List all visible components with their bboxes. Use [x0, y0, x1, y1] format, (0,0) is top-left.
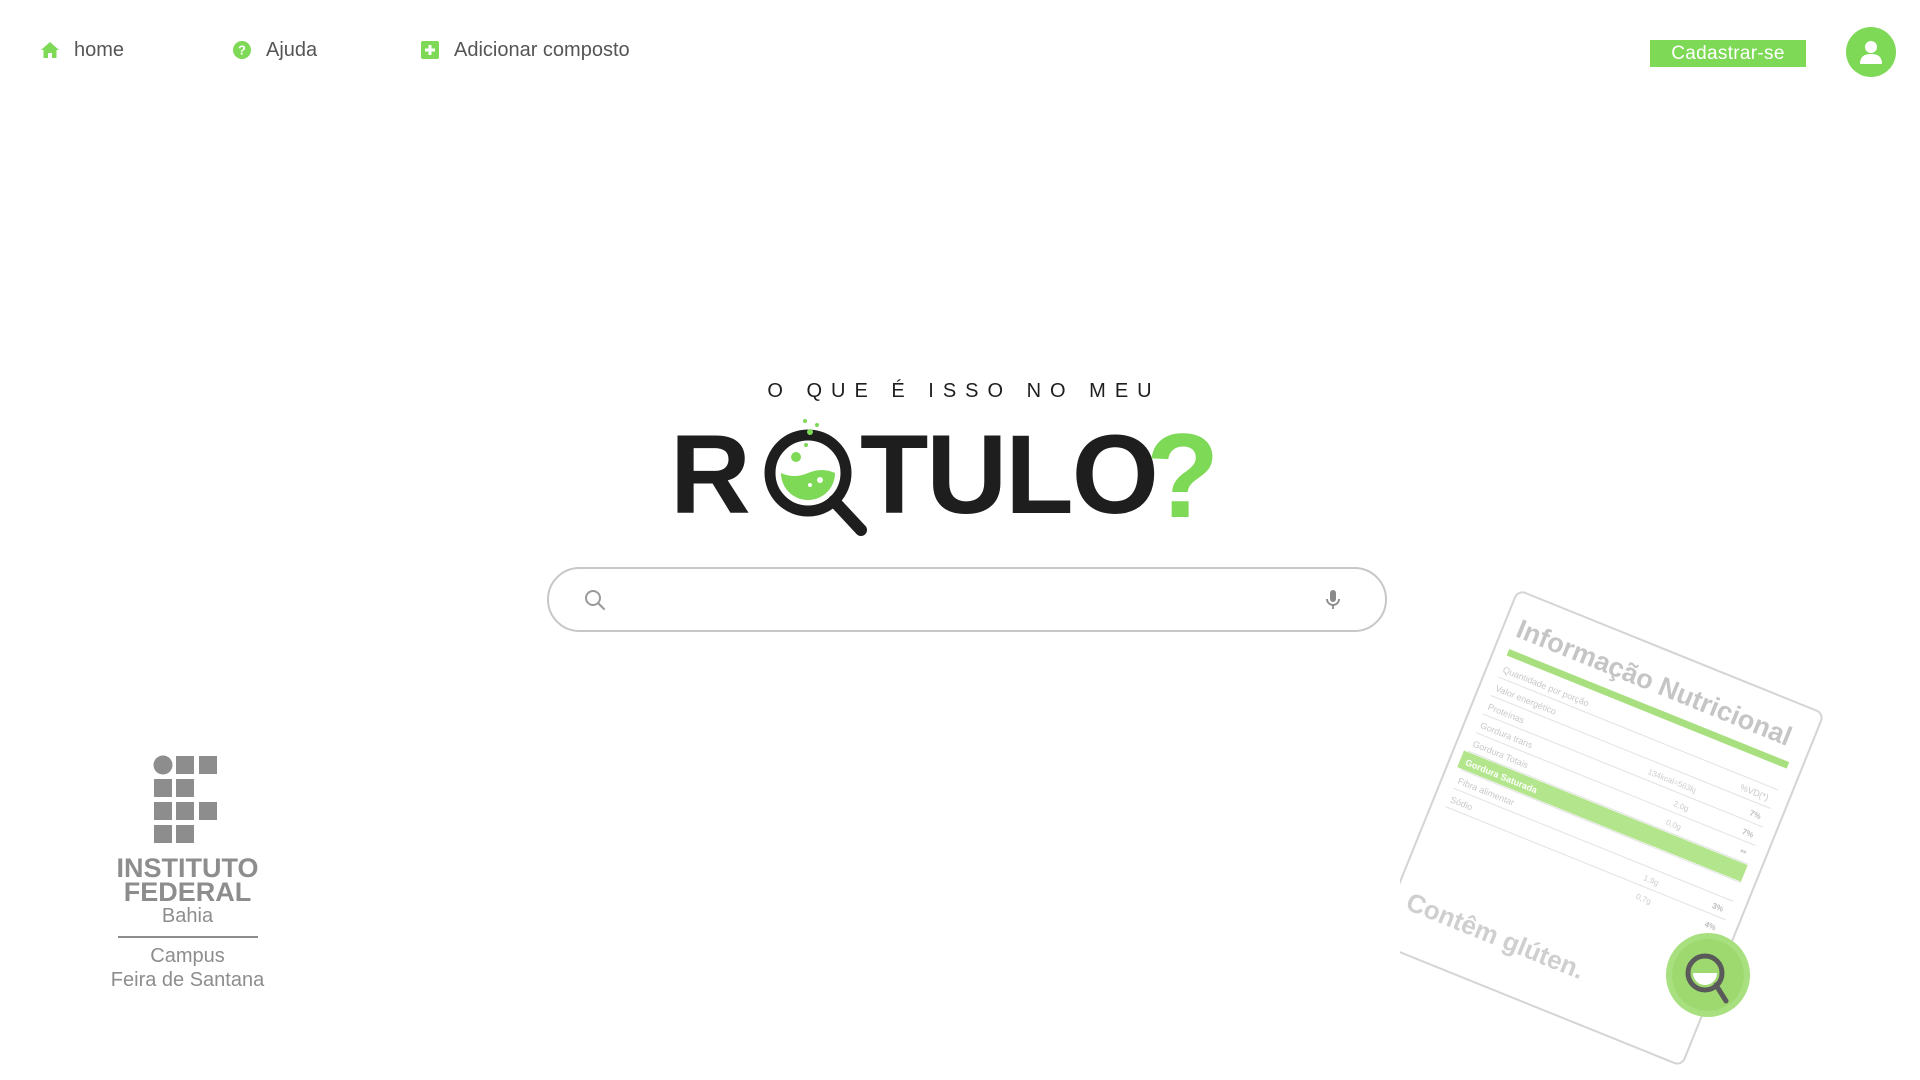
- logo-word-rest: TULO: [860, 412, 1157, 537]
- search-input[interactable]: [609, 569, 1321, 630]
- nav-add-compound-link[interactable]: Adicionar composto: [420, 35, 630, 65]
- campus-line2: Feira de Santana: [110, 969, 265, 991]
- nav-home-link[interactable]: home: [40, 35, 124, 65]
- institution-logo: INSTITUTO FEDERAL Bahia Campus Feira de …: [100, 755, 275, 992]
- campus-line1: Campus: [150, 945, 225, 967]
- institution-state: Bahia: [161, 905, 214, 927]
- brand-tagline: O QUE É ISSO NO MEU: [767, 380, 1161, 402]
- search-bar: [547, 567, 1387, 632]
- home-icon: [40, 40, 60, 60]
- signup-button[interactable]: Cadastrar-se: [1650, 40, 1806, 67]
- svg-text:?: ?: [238, 43, 246, 58]
- brand-logo: R TULO ?: [670, 409, 1219, 543]
- institution-title-line2: FEDERAL: [123, 877, 252, 907]
- nav-home-label: home: [74, 38, 125, 61]
- user-account-button[interactable]: [1846, 27, 1896, 77]
- nutrition-label-illustration: Informação Nutricional %VD(*) Quantidade …: [1377, 590, 1920, 1080]
- search-icon[interactable]: [581, 586, 609, 614]
- logo-question-mark: ?: [1146, 409, 1219, 543]
- page: home ? Ajuda Adicionar composto Cadastra…: [0, 0, 1920, 1080]
- brand-seal-icon: [1666, 933, 1750, 1017]
- logo-letter-r: R: [670, 412, 751, 537]
- institution-divider: [117, 936, 258, 938]
- help-circle-icon: ?: [232, 40, 252, 60]
- if-grid-mark: [153, 755, 223, 850]
- nav-help-link[interactable]: ? Ajuda: [232, 35, 317, 65]
- nav-add-label: Adicionar composto: [454, 38, 630, 61]
- microphone-icon[interactable]: [1321, 586, 1345, 614]
- magnifier-flask-icon: [764, 419, 867, 536]
- plus-square-icon: [420, 40, 440, 60]
- user-icon: [1860, 41, 1882, 64]
- nav-help-label: Ajuda: [266, 38, 318, 61]
